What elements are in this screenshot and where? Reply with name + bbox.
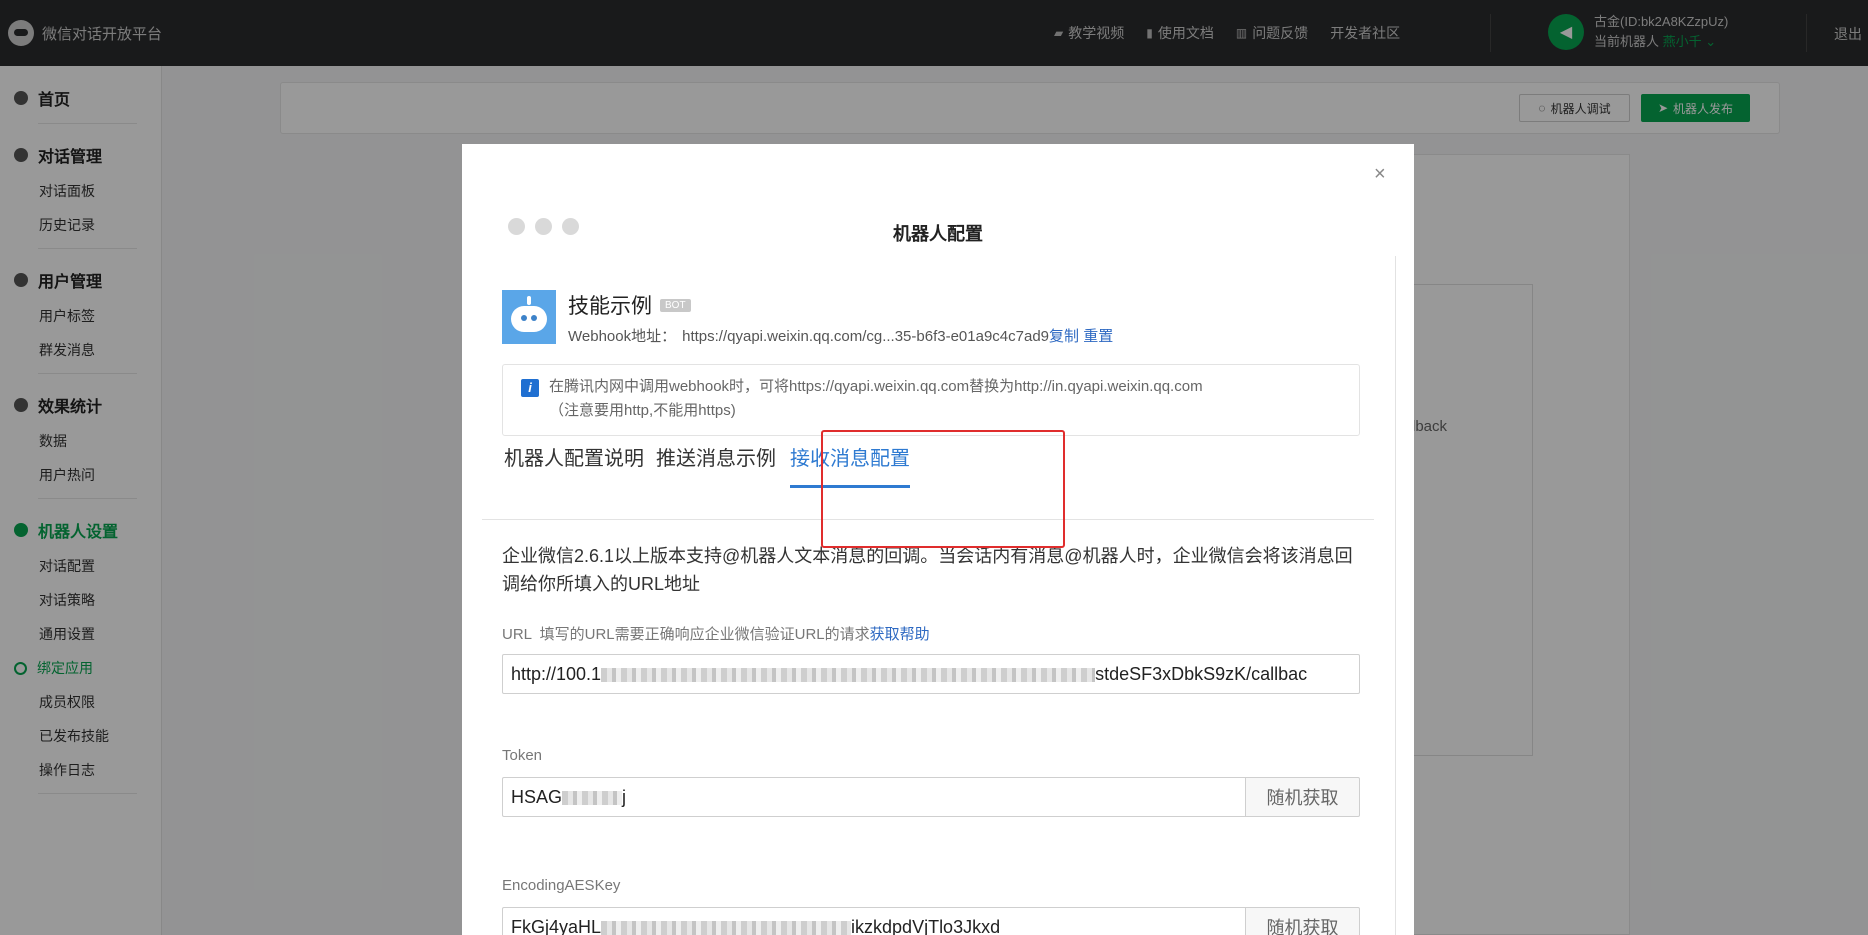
webhook-address: Webhook地址： https://qyapi.weixin.qq.com/cg… bbox=[568, 328, 1114, 345]
url-field-label: URL 填写的URL需要正确响应企业微信验证URL的请求获取帮助 bbox=[502, 626, 930, 643]
reset-link[interactable]: 重置 bbox=[1083, 328, 1113, 345]
close-icon[interactable]: × bbox=[1374, 163, 1386, 186]
aes-key-random-button[interactable]: 随机获取 bbox=[1245, 907, 1360, 935]
url-input[interactable]: http://100.1 stdeSF3xDbkS9zK/callbac bbox=[502, 654, 1360, 694]
webhook-url: https://qyapi.weixin.qq.com/cg...35-b6f3… bbox=[682, 328, 1050, 345]
redacted-text bbox=[601, 921, 852, 935]
bot-badge: BOT bbox=[660, 298, 691, 312]
token-field-label: Token bbox=[502, 747, 543, 764]
config-tabs: 机器人配置说明 推送消息示例 接收消息配置 bbox=[482, 430, 1374, 520]
redacted-text bbox=[601, 668, 1096, 683]
dialog-title: 机器人配置 bbox=[893, 224, 983, 244]
info-icon: i bbox=[521, 379, 539, 397]
tab-config-guide[interactable]: 机器人配置说明 bbox=[504, 442, 644, 485]
intranet-notice: i 在腾讯内网中调用webhook时，可将https://qyapi.weixi… bbox=[502, 364, 1360, 436]
bot-name: 技能示例 bbox=[568, 295, 652, 318]
aes-key-field-label: EncodingAESKey bbox=[502, 877, 621, 894]
token-input[interactable]: HSAG j bbox=[502, 777, 1245, 817]
bot-config-dialog: 机器人配置 × 技能示例 BOT Webhook地址： https://qyapi.… bbox=[462, 144, 1414, 935]
tab-push-example[interactable]: 推送消息示例 bbox=[656, 442, 776, 485]
get-help-link[interactable]: 获取帮助 bbox=[870, 626, 930, 643]
copy-link[interactable]: 复制 bbox=[1049, 328, 1079, 345]
redacted-text bbox=[562, 791, 623, 806]
token-random-button[interactable]: 随机获取 bbox=[1245, 777, 1360, 817]
bot-header: 技能示例 BOT Webhook地址： https://qyapi.weixin.q… bbox=[502, 290, 1113, 346]
tab-receive-config[interactable]: 接收消息配置 bbox=[790, 442, 910, 488]
bot-avatar bbox=[502, 290, 556, 344]
aes-key-input[interactable]: FkGj4yaHL ikzkdpdVjTlo3Jkxd bbox=[502, 907, 1245, 935]
receive-description: 企业微信2.6.1以上版本支持@机器人文本消息的回调。当会话内有消息@机器人时，… bbox=[502, 546, 1353, 594]
dialog-scroll-area[interactable]: 技能示例 BOT Webhook地址： https://qyapi.weixin.q… bbox=[482, 256, 1396, 935]
